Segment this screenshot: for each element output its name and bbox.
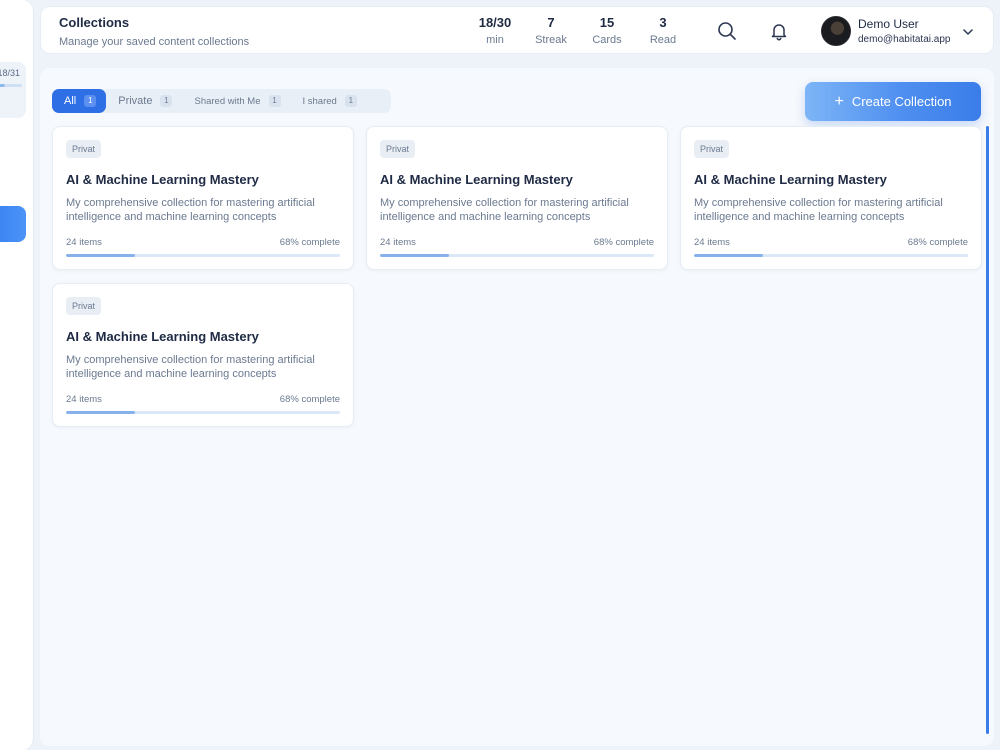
user-name: Demo User — [858, 17, 919, 31]
progress-track — [694, 254, 968, 257]
collection-item-count: 24 items — [380, 237, 416, 248]
collection-completion: 68% complete — [279, 237, 340, 248]
sidebar-goal-progress — [0, 84, 22, 87]
bell-icon[interactable] — [768, 20, 790, 42]
collection-item-count: 24 items — [66, 394, 102, 405]
sidebar-goal-text: 18/31 — [0, 68, 20, 78]
collection-title: AI & Machine Learning Mastery — [694, 172, 887, 187]
tab-private[interactable]: Private 1 — [106, 89, 182, 113]
create-collection-label: Create Collection — [851, 94, 952, 109]
tab-label: I shared — [302, 95, 337, 107]
progress-fill — [66, 254, 135, 257]
progress-track — [66, 254, 340, 257]
collection-title: AI & Machine Learning Mastery — [380, 172, 573, 187]
stat-streak: 7 Streak — [521, 15, 581, 46]
scrollbar[interactable] — [986, 126, 989, 734]
tab-count-badge: 1 — [160, 95, 173, 107]
stat-label: Streak — [535, 34, 567, 46]
plus-icon: + — [834, 92, 844, 110]
collection-description: My comprehensive collection for masterin… — [380, 197, 629, 223]
collection-completion: 68% complete — [907, 237, 968, 248]
stat-minutes: 18/30 min — [465, 15, 525, 46]
collection-completion: 68% complete — [593, 237, 654, 248]
filter-tabs: All 1 Private 1 Shared with Me 1 I share… — [52, 89, 391, 113]
chevron-down-icon[interactable] — [961, 25, 975, 39]
stat-value: 7 — [547, 15, 555, 30]
main-content: All 1 Private 1 Shared with Me 1 I share… — [40, 68, 994, 746]
collection-title: AI & Machine Learning Mastery — [66, 172, 259, 187]
visibility-badge: Privat — [380, 140, 416, 158]
collection-completion: 68% complete — [279, 394, 340, 405]
stat-label: Cards — [592, 34, 622, 46]
collection-title: AI & Machine Learning Mastery — [66, 329, 259, 344]
collection-item-count: 24 items — [694, 237, 730, 248]
page-title: Collections — [59, 15, 130, 30]
collection-description: My comprehensive collection for masterin… — [66, 197, 315, 223]
tab-all[interactable]: All 1 — [52, 89, 107, 113]
avatar[interactable] — [821, 16, 851, 46]
tab-count-badge: 1 — [344, 95, 357, 107]
collection-item-count: 24 items — [66, 237, 102, 248]
stat-label: Read — [649, 34, 677, 46]
collection-card[interactable]: Privat AI & Machine Learning Mastery My … — [366, 126, 668, 270]
tab-count-badge: 1 — [84, 95, 97, 107]
create-collection-button[interactable]: + Create Collection — [805, 82, 981, 121]
tab-label: Private — [118, 95, 153, 107]
stat-value: 18/30 — [478, 15, 512, 30]
progress-track — [380, 254, 654, 257]
sidebar-daily-goal: 18/31 — [0, 62, 26, 118]
stat-read: 3 Read — [633, 15, 693, 46]
progress-fill — [66, 411, 135, 414]
progress-fill — [380, 254, 449, 257]
collection-description: My comprehensive collection for masterin… — [66, 354, 315, 380]
sidebar-item-collections[interactable] — [0, 206, 26, 242]
progress-fill — [694, 254, 763, 257]
sidebar: 18/31 — [0, 0, 34, 750]
progress-track — [66, 411, 340, 414]
stat-value: 15 — [599, 15, 615, 30]
visibility-badge: Privat — [66, 297, 102, 315]
collection-card[interactable]: Privat AI & Machine Learning Mastery My … — [52, 126, 354, 270]
tab-shared-with-me[interactable]: Shared with Me 1 — [182, 89, 290, 113]
collection-card[interactable]: Privat AI & Machine Learning Mastery My … — [680, 126, 982, 270]
tab-label: Shared with Me — [194, 95, 261, 107]
tab-i-shared[interactable]: I shared 1 — [291, 89, 367, 113]
tab-count-badge: 1 — [268, 95, 281, 107]
collection-description: My comprehensive collection for masterin… — [694, 197, 943, 223]
visibility-badge: Privat — [66, 140, 102, 158]
visibility-badge: Privat — [694, 140, 730, 158]
top-header: Collections Manage your saved content co… — [40, 6, 994, 54]
page-subtitle: Manage your saved content collections — [59, 36, 250, 48]
collection-card[interactable]: Privat AI & Machine Learning Mastery My … — [52, 283, 354, 427]
stat-label: min — [486, 34, 504, 46]
user-email: demo@habitatai.app — [858, 34, 951, 45]
stat-value: 3 — [659, 15, 667, 30]
stat-cards: 15 Cards — [577, 15, 637, 46]
search-icon[interactable] — [716, 20, 738, 42]
tab-label: All — [64, 95, 77, 107]
